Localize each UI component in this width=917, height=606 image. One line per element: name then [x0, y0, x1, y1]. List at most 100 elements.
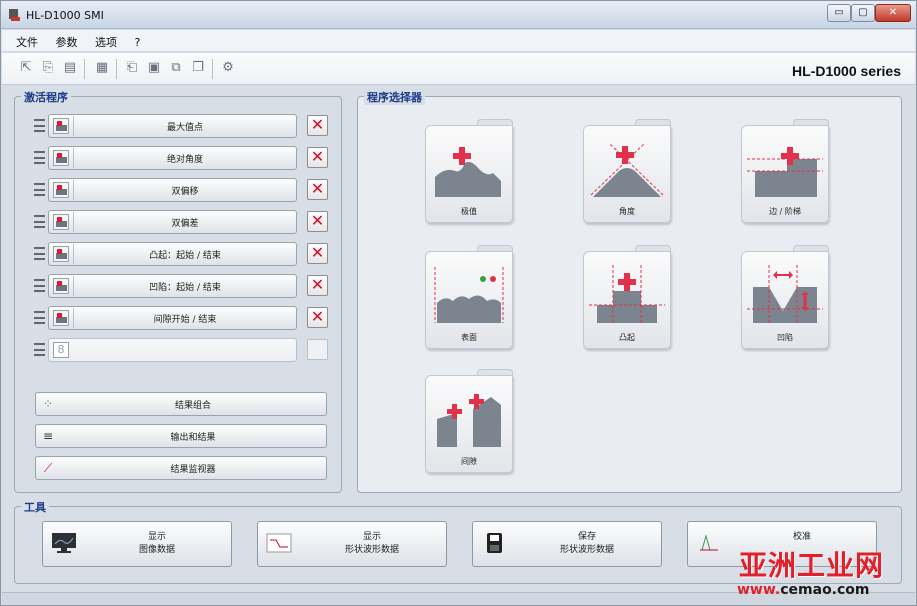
dent-icon: [53, 278, 69, 294]
edge-step-icon: [747, 147, 823, 197]
remove-button[interactable]: ✕: [307, 307, 328, 328]
show-image-data-button[interactable]: 显示 图像数据: [42, 521, 232, 567]
main-window: HL-D1000 SMI ▭ ▢ ✕ 文件 参数 选项 ? ⇱ ⎘ ▤ ▦ ⎗ …: [0, 0, 917, 606]
folder-bump[interactable]: 凸起: [583, 245, 671, 349]
remove-button-disabled: [307, 339, 328, 360]
watermark-url: www.cemao.com: [737, 582, 870, 598]
gap-folder-icon: [437, 394, 501, 447]
program-label: 凹陷：起始 / 结束: [149, 283, 221, 293]
folder-gap[interactable]: 间隙: [425, 369, 513, 473]
active-programs-legend: 激活程序: [21, 89, 71, 105]
folder-extremum[interactable]: 极值: [425, 119, 513, 223]
program-label: 双偏移: [171, 187, 199, 197]
menu-help[interactable]: ?: [135, 36, 141, 49]
remove-button[interactable]: ✕: [307, 147, 328, 168]
result-monitor-button[interactable]: ⟋ 结果监视器: [35, 456, 327, 480]
drag-handle-icon[interactable]: [34, 215, 45, 228]
program-button-dent[interactable]: 凹陷：起始 / 结束: [48, 274, 297, 298]
folder-edge-step[interactable]: 边 / 阶梯: [741, 119, 829, 223]
program-button-dual-deviation[interactable]: 双偏差: [48, 210, 297, 234]
menu-bar: 文件 参数 选项 ?: [2, 30, 915, 52]
minimize-button[interactable]: ▭: [827, 4, 851, 22]
export-icon[interactable]: ▣: [146, 60, 162, 76]
button-label: 保存 形状波形数据: [559, 532, 614, 555]
program-icon[interactable]: ⇱: [18, 60, 34, 76]
folder-surface[interactable]: 表面: [425, 245, 513, 349]
app-icon: [9, 9, 20, 21]
drag-handle-icon[interactable]: [34, 311, 45, 324]
remove-button[interactable]: ✕: [307, 115, 328, 136]
window-title: HL-D1000 SMI: [26, 9, 104, 22]
settings-icon[interactable]: ⚙: [220, 60, 236, 76]
program-label: 凸起：起始 / 结束: [149, 251, 221, 261]
folder-label: 角度: [619, 207, 635, 216]
copy-icon[interactable]: ⧉: [168, 60, 184, 76]
menu-file[interactable]: 文件: [16, 34, 38, 50]
program-selector-legend: 程序选择器: [364, 89, 425, 105]
remove-button[interactable]: ✕: [307, 275, 328, 296]
import-icon[interactable]: ⎗: [124, 60, 140, 76]
maximize-button[interactable]: ▢: [851, 4, 875, 22]
title-bar: HL-D1000 SMI ▭ ▢ ✕: [1, 1, 916, 29]
program-label: 绝对角度: [166, 155, 203, 165]
remove-button[interactable]: ✕: [307, 179, 328, 200]
bump-folder-icon: [589, 265, 665, 323]
folder-label: 极值: [461, 207, 477, 216]
dent-folder-icon: [747, 265, 823, 323]
folder-label: 表面: [461, 333, 477, 342]
menu-params[interactable]: 参数: [56, 34, 78, 50]
show-waveform-data-button[interactable]: 显示 形状波形数据: [257, 521, 447, 567]
program-button-angle[interactable]: 绝对角度: [48, 146, 297, 170]
program-button-bump[interactable]: 凸起：起始 / 结束: [48, 242, 297, 266]
table-icon[interactable]: ▦: [94, 60, 110, 76]
program-button-peak[interactable]: 最大值点: [48, 114, 297, 138]
open-icon[interactable]: ⎘: [40, 60, 56, 76]
close-button[interactable]: ✕: [875, 4, 911, 22]
calibrate-icon: [700, 534, 718, 551]
brand-label: HL-D1000 series: [792, 63, 901, 79]
toolbar-separator: [84, 59, 85, 79]
drag-handle-icon: [34, 343, 45, 356]
dual-offset-icon: [53, 182, 69, 198]
output-results-button[interactable]: ≡ 输出和结果: [35, 424, 327, 448]
angle-folder-icon: [590, 142, 664, 197]
button-label: 输出和结果: [170, 433, 216, 443]
monitor-display-icon: [52, 533, 76, 553]
monitor-icon: ⟋: [43, 461, 53, 475]
angle-icon: [53, 150, 69, 166]
tools-legend: 工具: [21, 499, 49, 515]
watermark-text: 亚洲工业网: [739, 549, 885, 582]
save-waveform-data-button[interactable]: 保存 形状波形数据: [472, 521, 662, 567]
button-label: 显示 形状波形数据: [344, 532, 399, 555]
program-slot-empty[interactable]: 8: [48, 338, 297, 362]
result-combination-button[interactable]: ⁘ 结果组合: [35, 392, 327, 416]
waveform-icon: [266, 533, 292, 553]
drag-handle-icon[interactable]: [34, 247, 45, 260]
drag-handle-icon[interactable]: [34, 119, 45, 132]
save-icon[interactable]: ▤: [62, 60, 78, 76]
program-label: 最大值点: [166, 123, 203, 133]
program-selector-group: 程序选择器 极值 角度 边 / 阶梯 表面 凸起 凹陷 间隙: [357, 89, 902, 493]
gap-icon: [53, 310, 69, 326]
watermark: 亚洲工业网 www.cemao.com: [727, 544, 917, 606]
output-icon: ≡: [42, 429, 54, 443]
button-label: 结果组合: [174, 401, 211, 411]
remove-button[interactable]: ✕: [307, 243, 328, 264]
drag-handle-icon[interactable]: [34, 151, 45, 164]
paste-icon[interactable]: ❐: [190, 60, 206, 76]
drag-handle-icon[interactable]: [34, 183, 45, 196]
folder-label: 间隙: [461, 457, 477, 466]
extremum-icon: [435, 147, 501, 197]
program-button-gap[interactable]: 间隙开始 / 结束: [48, 306, 297, 330]
active-programs-group: 激活程序 最大值点 ✕ 绝对角度 ✕ 双偏移 ✕ 双偏差 ✕ 凸起：起始 / 结…: [14, 89, 342, 493]
combine-icon: ⁘: [42, 397, 54, 411]
dual-deviation-icon: [53, 214, 69, 230]
drag-handle-icon[interactable]: [34, 279, 45, 292]
folder-angle[interactable]: 角度: [583, 119, 671, 223]
program-button-dual-offset[interactable]: 双偏移: [48, 178, 297, 202]
program-label: 间隙开始 / 结束: [153, 315, 217, 325]
bump-icon: [53, 246, 69, 262]
remove-button[interactable]: ✕: [307, 211, 328, 232]
folder-dent[interactable]: 凹陷: [741, 245, 829, 349]
menu-options[interactable]: 选项: [95, 34, 117, 50]
